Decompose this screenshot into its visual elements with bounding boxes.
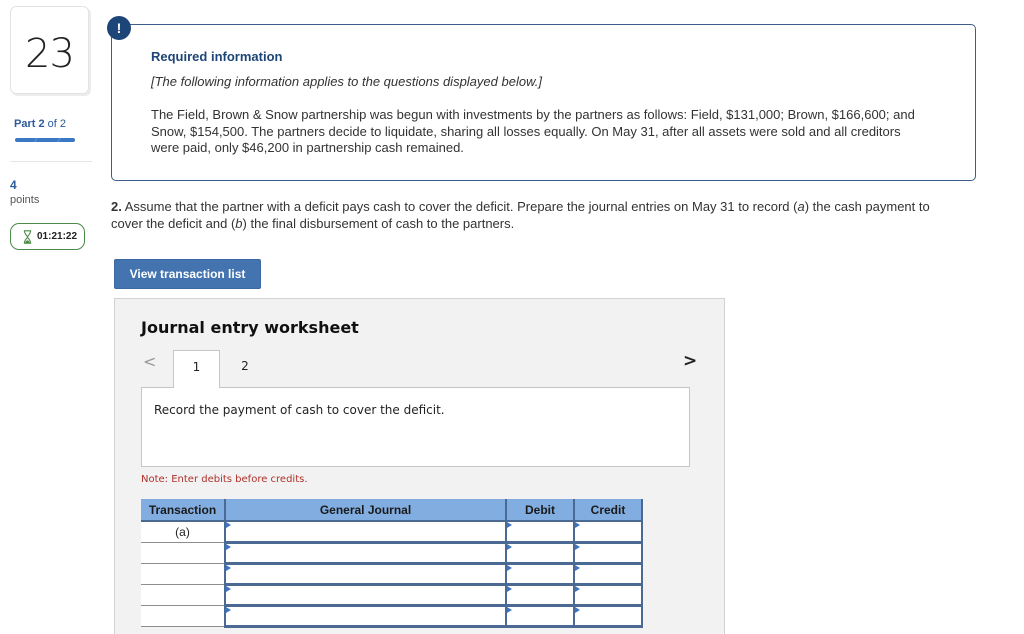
debit-input[interactable]: [505, 521, 574, 544]
question-text-part: ) the final disbursement of cash to the …: [242, 215, 515, 231]
tab-2[interactable]: 2: [227, 350, 263, 388]
question-number-label: 2.: [111, 199, 122, 214]
general-journal-input[interactable]: [224, 584, 506, 607]
table-row: (a): [141, 521, 643, 544]
entry-description-box: Record the payment of cash to cover the …: [141, 387, 690, 467]
part-suffix: of 2: [47, 118, 67, 130]
debit-input[interactable]: [505, 605, 574, 628]
tab-1[interactable]: 1: [173, 350, 220, 388]
question-text-part: Assume that the partner with a deficit p…: [121, 199, 798, 214]
header-transaction: Transaction: [141, 499, 226, 522]
view-transaction-list-button[interactable]: View transaction list: [114, 259, 261, 289]
info-title: Required information: [151, 49, 283, 64]
header-general-journal: General Journal: [225, 499, 507, 522]
chevron-right-icon[interactable]: >: [683, 351, 697, 371]
general-journal-input[interactable]: [224, 521, 506, 544]
part-progress-bar: [15, 138, 75, 142]
debits-note: Note: Enter debits before credits.: [141, 474, 308, 485]
credit-input[interactable]: [573, 542, 643, 565]
table-row: [141, 563, 643, 586]
exclamation-icon: !: [107, 16, 131, 40]
debit-input[interactable]: [505, 542, 574, 565]
header-credit: Credit: [574, 499, 643, 522]
question-text: 2. Assume that the partner with a defici…: [111, 199, 961, 232]
credit-input[interactable]: [573, 584, 643, 607]
chevron-left-icon[interactable]: <: [143, 352, 156, 371]
table-row: [141, 605, 643, 628]
part-indicator: Part 2 of 2: [14, 118, 66, 130]
hourglass-icon: [23, 229, 32, 244]
transaction-cell: [141, 605, 225, 627]
general-journal-input[interactable]: [224, 563, 506, 586]
credit-input[interactable]: [573, 605, 643, 628]
points-value: 4: [10, 178, 17, 192]
header-debit: Debit: [506, 499, 575, 522]
question-number: 23: [25, 31, 75, 77]
table-row: [141, 584, 643, 607]
sidebar-divider: [10, 161, 92, 162]
table-row: [141, 542, 643, 565]
part-prefix: Part: [14, 118, 36, 130]
question-number-card: 23: [10, 6, 89, 94]
credit-input[interactable]: [573, 563, 643, 586]
debit-input[interactable]: [505, 563, 574, 586]
journal-table: Transaction General Journal Debit Credit…: [141, 499, 643, 628]
general-journal-input[interactable]: [224, 542, 506, 565]
credit-input[interactable]: [573, 521, 643, 544]
timer-badge[interactable]: 01:21:22: [10, 223, 85, 250]
table-header-row: Transaction General Journal Debit Credit: [141, 499, 643, 522]
transaction-cell: [141, 542, 225, 564]
part-current: 2: [38, 118, 45, 130]
worksheet-title: Journal entry worksheet: [141, 318, 359, 337]
info-subtitle: [The following information applies to th…: [151, 74, 542, 89]
general-journal-input[interactable]: [224, 605, 506, 628]
timer-value: 01:21:22: [37, 231, 78, 242]
entry-description: Record the payment of cash to cover the …: [154, 403, 445, 417]
journal-entry-worksheet: Journal entry worksheet < 1 2 > Record t…: [114, 298, 725, 634]
transaction-cell: [141, 584, 225, 606]
question-italic-b: b: [235, 215, 243, 231]
required-information-panel: Required information [The following info…: [111, 24, 976, 181]
points-label: points: [10, 194, 40, 206]
transaction-cell: [141, 563, 225, 585]
debit-input[interactable]: [505, 584, 574, 607]
info-body: The Field, Brown & Snow partnership was …: [151, 107, 915, 155]
transaction-cell: (a): [141, 521, 225, 543]
question-italic-a: a: [797, 199, 805, 214]
